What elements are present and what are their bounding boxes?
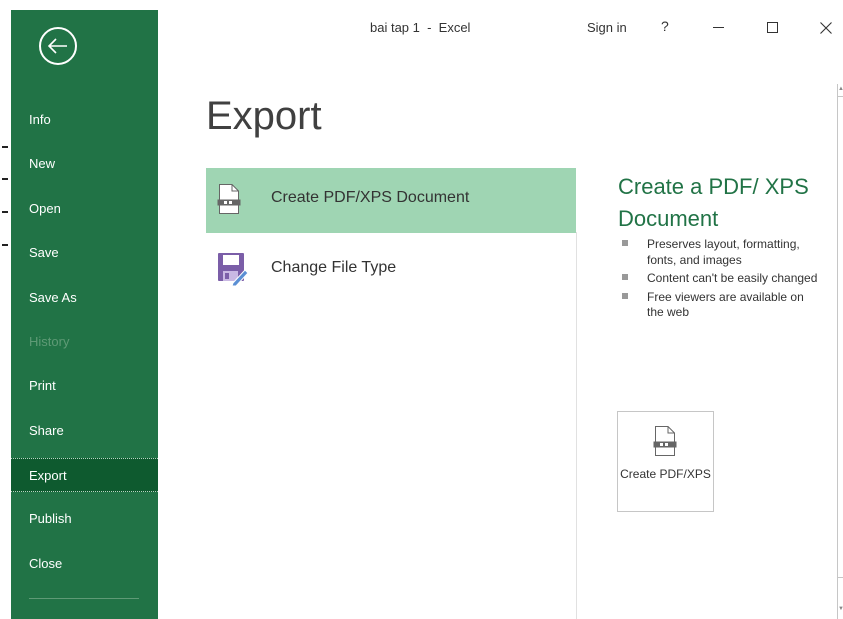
nav-item-close[interactable]: Close [11, 547, 158, 581]
bullet-square-icon [622, 292, 628, 299]
nav-item-save-as[interactable]: Save As [11, 281, 158, 315]
vertical-scrollbar[interactable]: ▲ ▼ [835, 84, 843, 619]
nav-item-new[interactable]: New [11, 147, 158, 181]
nav-item-share[interactable]: Share [11, 414, 158, 448]
close-window-button[interactable] [812, 16, 840, 40]
create-button-label: Create PDF/XPS [620, 467, 711, 481]
left-edge-strip [0, 0, 11, 619]
sign-in-link[interactable]: Sign in [587, 20, 627, 35]
create-pdf-xps-button[interactable]: Create PDF/XPS [617, 411, 714, 512]
edge-tick [2, 178, 8, 180]
scroll-down-icon[interactable]: ▼ [838, 606, 843, 612]
nav-item-print[interactable]: Print [11, 369, 158, 403]
backstage-sidebar: Info New Open Save Save As History Print… [11, 10, 158, 619]
option-label: Create PDF/XPS Document [271, 189, 470, 206]
bullet-square-icon [622, 274, 628, 280]
pdf-document-icon [217, 184, 241, 214]
back-button[interactable] [39, 27, 77, 65]
change-file-type-icon [218, 253, 249, 286]
edge-tick [2, 211, 8, 213]
detail-bullet-list: Preserves layout, formatting, fonts, and… [622, 237, 822, 324]
edge-tick [2, 244, 8, 246]
nav-item-open[interactable]: Open [11, 192, 158, 226]
list-item: Preserves layout, formatting, fonts, and… [622, 237, 822, 268]
title-bar: bai tap 1 - Excel Sign in ? [158, 10, 843, 46]
pdf-document-icon [653, 426, 677, 456]
bullet-square-icon [622, 240, 628, 246]
option-change-file-type[interactable]: Change File Type [206, 238, 576, 303]
nav-item-info[interactable]: Info [11, 103, 158, 137]
edge-tick [2, 146, 8, 148]
nav-item-save[interactable]: Save [11, 236, 158, 270]
sidebar-divider [29, 598, 139, 599]
list-item: Content can't be easily changed [622, 271, 822, 287]
scroll-up-icon[interactable]: ▲ [838, 86, 843, 92]
nav-item-history: History [29, 334, 70, 349]
help-button[interactable]: ? [661, 18, 669, 34]
page-title: Export [206, 94, 322, 138]
option-create-pdf-xps[interactable]: Create PDF/XPS Document [206, 168, 576, 233]
back-arrow-icon [48, 38, 67, 54]
maximize-button[interactable] [758, 16, 786, 40]
maximize-icon [767, 22, 778, 33]
detail-title: Create a PDF/ XPS Document [618, 174, 809, 231]
list-item: Free viewers are available on the web [622, 290, 822, 321]
close-icon [820, 22, 832, 34]
minimize-button[interactable] [705, 16, 733, 40]
window-title: bai tap 1 - Excel [370, 20, 471, 35]
scrollbar-thumb[interactable] [837, 96, 843, 578]
nav-item-export[interactable]: Export [11, 458, 158, 492]
option-label: Change File Type [271, 259, 397, 276]
minimize-icon [713, 27, 724, 28]
panel-divider [576, 232, 577, 619]
nav-item-publish[interactable]: Publish [11, 502, 158, 536]
